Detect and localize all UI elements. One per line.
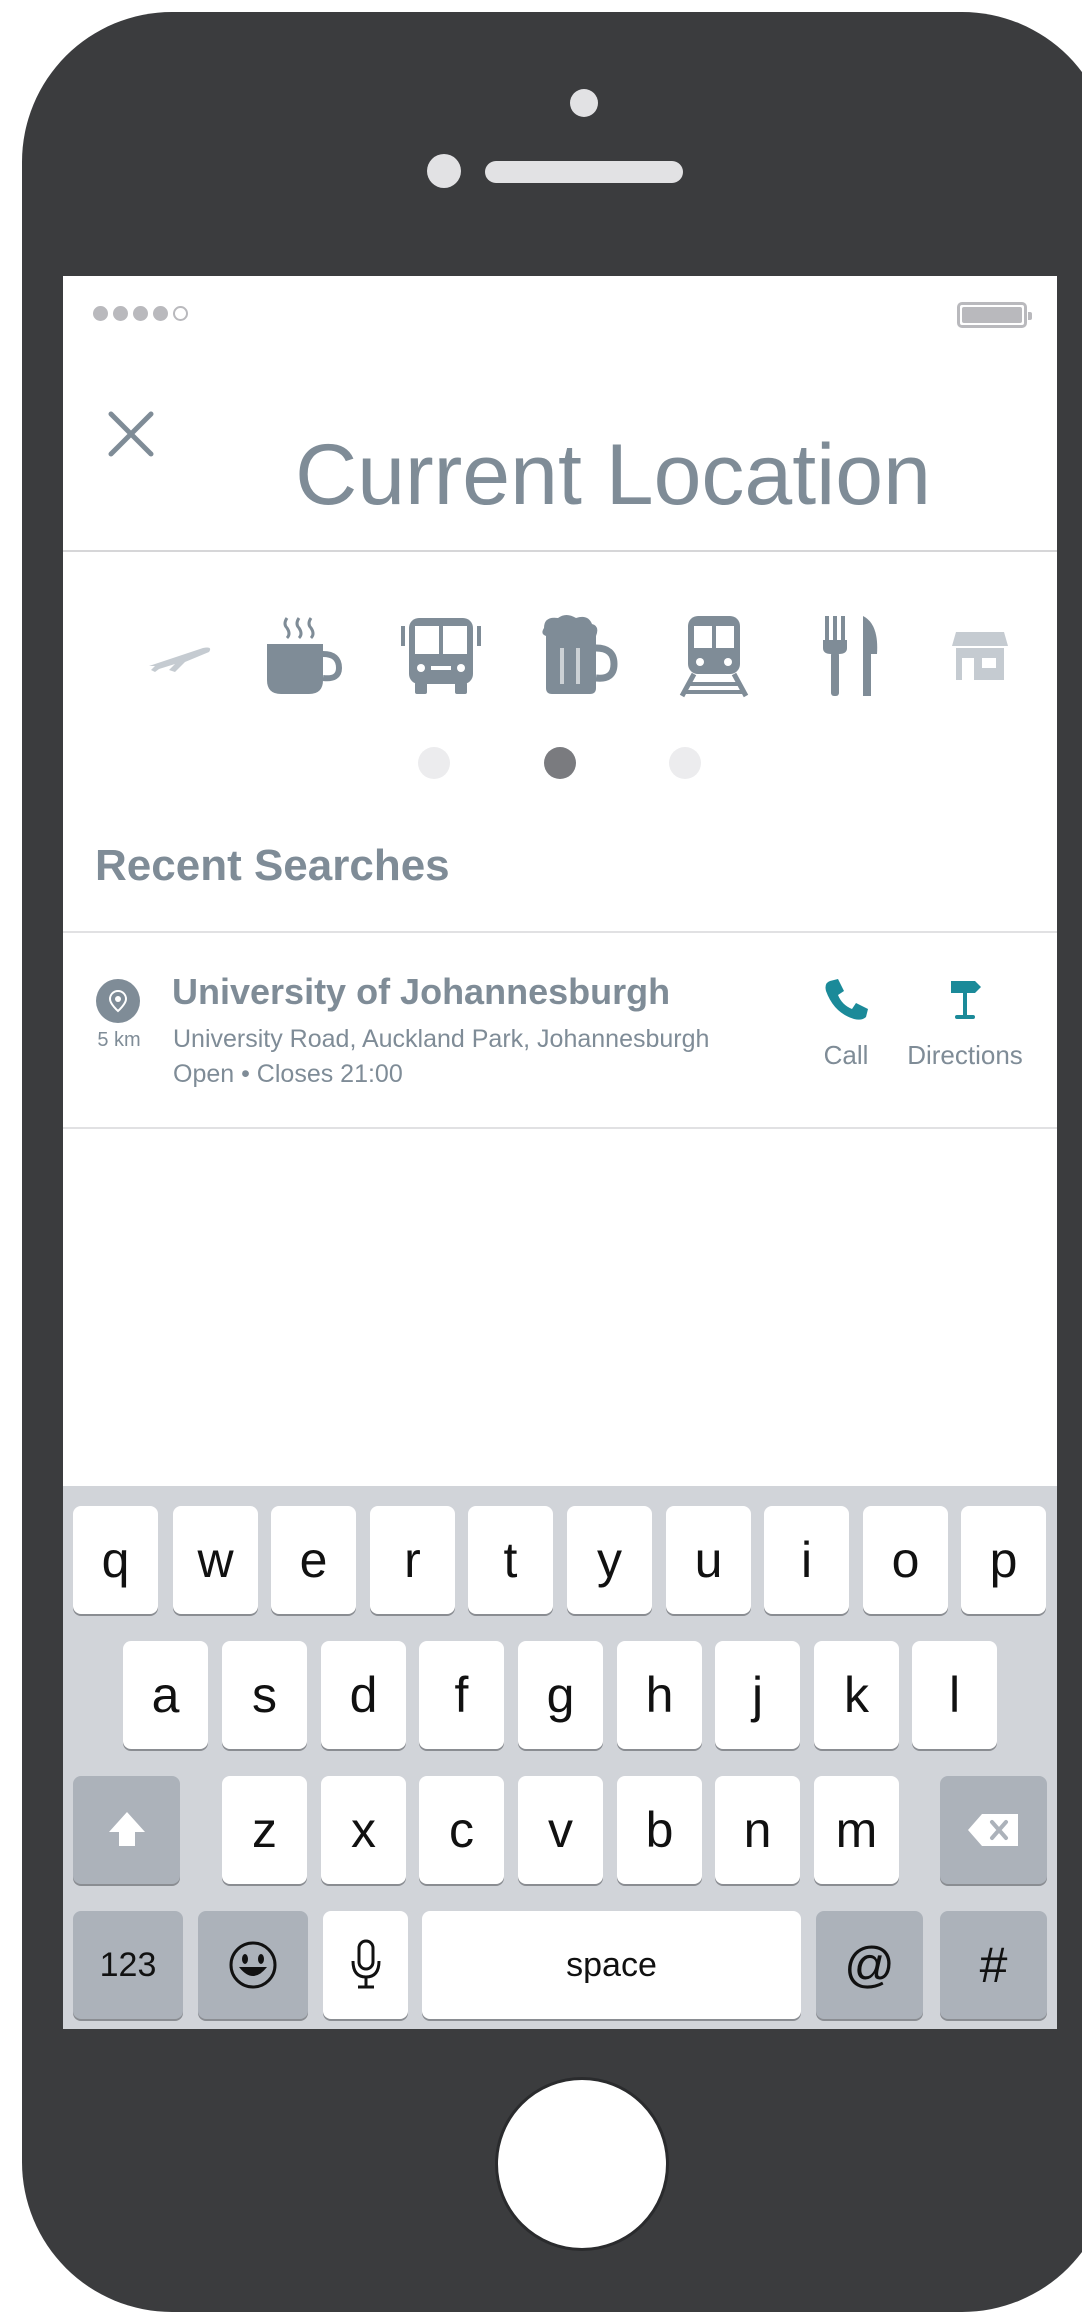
close-button[interactable] xyxy=(101,404,161,464)
key-r[interactable]: r xyxy=(370,1506,455,1614)
key-k[interactable]: k xyxy=(814,1641,899,1749)
recent-searches-title: Recent Searches xyxy=(95,841,450,890)
header: Current Location xyxy=(63,326,1057,552)
key-j[interactable]: j xyxy=(715,1641,800,1749)
key-p[interactable]: p xyxy=(961,1506,1046,1614)
key-o[interactable]: o xyxy=(863,1506,948,1614)
key-d[interactable]: d xyxy=(321,1641,406,1749)
key-l[interactable]: l xyxy=(912,1641,997,1749)
carousel-pagination xyxy=(63,747,1057,781)
fork-knife-icon xyxy=(823,616,878,696)
category-bus[interactable] xyxy=(396,606,486,706)
screen: Current Location Recent Searches 5 km Un… xyxy=(63,276,1057,2029)
earpiece-speaker xyxy=(485,161,683,183)
emoji-key[interactable] xyxy=(198,1911,308,2019)
place-name: University of Johannesburgh xyxy=(172,971,671,1012)
key-w[interactable]: w xyxy=(173,1506,258,1614)
front-camera xyxy=(427,154,461,188)
key-x[interactable]: x xyxy=(321,1776,406,1884)
place-address: University Road, Auckland Park, Johannes… xyxy=(173,1025,710,1053)
directions-button[interactable]: Directions xyxy=(885,975,1045,1071)
signal-strength-icon xyxy=(93,306,188,321)
emoji-icon xyxy=(229,1941,277,1989)
bus-icon xyxy=(401,618,481,694)
key-m[interactable]: m xyxy=(814,1776,899,1884)
category-shop[interactable] xyxy=(935,606,1025,706)
home-button[interactable] xyxy=(495,2077,669,2251)
microphone-icon xyxy=(351,1939,380,1989)
key-a[interactable]: a xyxy=(123,1641,208,1749)
key-e[interactable]: e xyxy=(271,1506,356,1614)
page-title: Current Location xyxy=(295,427,931,523)
hash-key[interactable]: # xyxy=(940,1911,1047,2019)
status-bar xyxy=(63,276,1057,328)
close-icon xyxy=(108,411,154,457)
page-dot-1[interactable] xyxy=(418,747,450,779)
shift-arrow-icon xyxy=(108,1812,145,1846)
signpost-icon xyxy=(951,981,981,1019)
key-t[interactable]: t xyxy=(468,1506,553,1614)
battery-icon xyxy=(957,302,1032,328)
page-dot-2[interactable] xyxy=(544,747,576,779)
call-button[interactable]: Call xyxy=(801,975,891,1071)
category-train[interactable] xyxy=(669,606,759,706)
category-coffee[interactable] xyxy=(258,606,348,706)
dictation-key[interactable] xyxy=(323,1911,408,2019)
key-z[interactable]: z xyxy=(222,1776,307,1884)
coffee-icon xyxy=(267,617,343,694)
numbers-key[interactable]: 123 xyxy=(73,1911,183,2019)
location-pin-icon xyxy=(96,979,140,1023)
key-h[interactable]: h xyxy=(617,1641,702,1749)
space-key[interactable]: space xyxy=(422,1911,801,2019)
phone-icon xyxy=(825,979,868,1020)
category-restaurant[interactable] xyxy=(806,606,896,706)
key-n[interactable]: n xyxy=(715,1776,800,1884)
page-dot-3[interactable] xyxy=(669,747,701,779)
key-g[interactable]: g xyxy=(518,1641,603,1749)
key-v[interactable]: v xyxy=(518,1776,603,1884)
keyboard: q w e r t y u i o p a s d f g h j k l z … xyxy=(63,1486,1057,2029)
category-bar[interactable] xyxy=(533,606,623,706)
key-c[interactable]: c xyxy=(419,1776,504,1884)
key-u[interactable]: u xyxy=(666,1506,751,1614)
at-key[interactable]: @ xyxy=(816,1911,923,2019)
backspace-icon xyxy=(967,1814,1018,1846)
category-carousel xyxy=(63,606,1057,726)
backspace-key[interactable] xyxy=(940,1776,1047,1884)
category-airport[interactable] xyxy=(135,606,225,706)
key-i[interactable]: i xyxy=(764,1506,849,1614)
camera-dot xyxy=(570,89,598,117)
key-y[interactable]: y xyxy=(567,1506,652,1614)
call-label: Call xyxy=(823,1040,869,1070)
title-container: Current Location xyxy=(213,426,1013,525)
train-icon xyxy=(679,616,749,698)
directions-label: Directions xyxy=(907,1040,1023,1070)
key-b[interactable]: b xyxy=(617,1776,702,1884)
beer-icon xyxy=(542,615,618,694)
store-icon xyxy=(952,632,1008,680)
key-q[interactable]: q xyxy=(73,1506,158,1614)
list-item[interactable]: 5 km University of Johannesburgh Univers… xyxy=(63,933,1057,1129)
distance-label: 5 km xyxy=(97,1029,141,1051)
airplane-icon xyxy=(149,647,211,672)
shift-key[interactable] xyxy=(73,1776,180,1884)
key-s[interactable]: s xyxy=(222,1641,307,1749)
place-hours: Open • Closes 21:00 xyxy=(173,1060,403,1088)
key-f[interactable]: f xyxy=(419,1641,504,1749)
